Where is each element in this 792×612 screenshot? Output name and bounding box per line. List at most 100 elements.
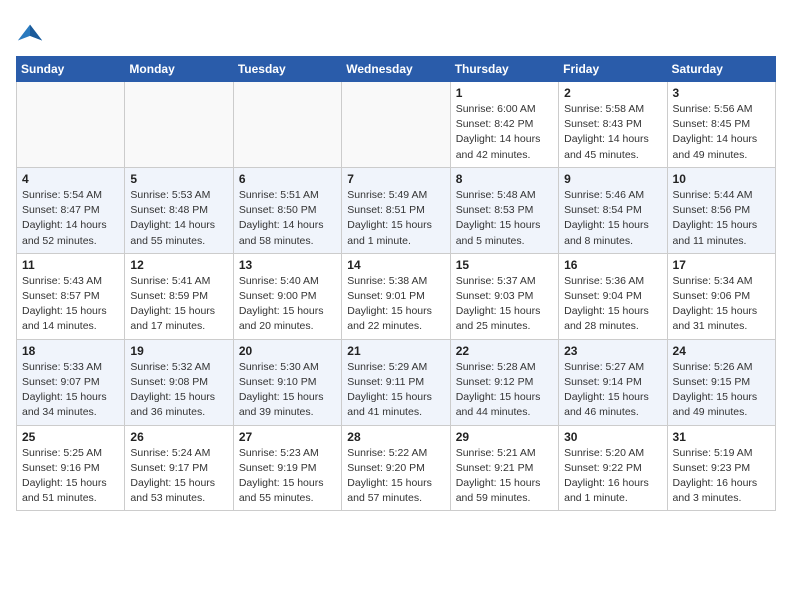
day-cell: 8 Sunrise: 5:48 AM Sunset: 8:53 PM Daylig… (450, 167, 558, 253)
day-number: 17 (673, 258, 770, 272)
day-cell: 1 Sunrise: 6:00 AM Sunset: 8:42 PM Daylig… (450, 82, 558, 168)
day-number: 6 (239, 172, 336, 186)
day-info: Sunrise: 6:00 AM Sunset: 8:42 PM Dayligh… (456, 102, 553, 163)
day-number: 23 (564, 344, 661, 358)
day-info: Sunrise: 5:53 AM Sunset: 8:48 PM Dayligh… (130, 188, 227, 249)
day-number: 29 (456, 430, 553, 444)
day-info: Sunrise: 5:40 AM Sunset: 9:00 PM Dayligh… (239, 274, 336, 335)
day-info: Sunrise: 5:23 AM Sunset: 9:19 PM Dayligh… (239, 446, 336, 507)
day-cell: 31 Sunrise: 5:19 AM Sunset: 9:23 PM Dayli… (667, 425, 775, 511)
day-info: Sunrise: 5:43 AM Sunset: 8:57 PM Dayligh… (22, 274, 119, 335)
day-number: 8 (456, 172, 553, 186)
day-cell: 14Sunrise: 5:38 AM Sunset: 9:01 PM Dayli… (342, 253, 450, 339)
col-header-thursday: Thursday (450, 57, 558, 82)
day-info: Sunrise: 5:21 AM Sunset: 9:21 PM Dayligh… (456, 446, 553, 507)
day-number: 11 (22, 258, 119, 272)
day-info: Sunrise: 5:44 AM Sunset: 8:56 PM Dayligh… (673, 188, 770, 249)
day-info: Sunrise: 5:30 AM Sunset: 9:10 PM Dayligh… (239, 360, 336, 421)
day-number: 28 (347, 430, 444, 444)
day-number: 20 (239, 344, 336, 358)
day-info: Sunrise: 5:25 AM Sunset: 9:16 PM Dayligh… (22, 446, 119, 507)
day-cell: 19 Sunrise: 5:32 AM Sunset: 9:08 PM Dayli… (125, 339, 233, 425)
day-info: Sunrise: 5:49 AM Sunset: 8:51 PM Dayligh… (347, 188, 444, 249)
col-header-tuesday: Tuesday (233, 57, 341, 82)
day-number: 31 (673, 430, 770, 444)
day-info: Sunrise: 5:19 AM Sunset: 9:23 PM Dayligh… (673, 446, 770, 507)
day-cell: 23 Sunrise: 5:27 AM Sunset: 9:14 PM Dayli… (559, 339, 667, 425)
day-number: 26 (130, 430, 227, 444)
week-row-5: 25 Sunrise: 5:25 AM Sunset: 9:16 PM Dayli… (17, 425, 776, 511)
day-cell: 2Sunrise: 5:58 AM Sunset: 8:43 PM Daylig… (559, 82, 667, 168)
day-cell: 12Sunrise: 5:41 AM Sunset: 8:59 PM Dayli… (125, 253, 233, 339)
day-number: 7 (347, 172, 444, 186)
day-cell: 13 Sunrise: 5:40 AM Sunset: 9:00 PM Dayli… (233, 253, 341, 339)
day-info: Sunrise: 5:29 AM Sunset: 9:11 PM Dayligh… (347, 360, 444, 421)
day-cell: 25 Sunrise: 5:25 AM Sunset: 9:16 PM Dayli… (17, 425, 125, 511)
day-number: 21 (347, 344, 444, 358)
col-header-wednesday: Wednesday (342, 57, 450, 82)
day-cell (125, 82, 233, 168)
day-info: Sunrise: 5:41 AM Sunset: 8:59 PM Dayligh… (130, 274, 227, 335)
day-number: 30 (564, 430, 661, 444)
day-cell: 5 Sunrise: 5:53 AM Sunset: 8:48 PM Daylig… (125, 167, 233, 253)
day-number: 13 (239, 258, 336, 272)
page-header (16, 16, 776, 48)
logo (16, 20, 48, 48)
header-row: SundayMondayTuesdayWednesdayThursdayFrid… (17, 57, 776, 82)
day-number: 25 (22, 430, 119, 444)
day-cell: 3 Sunrise: 5:56 AM Sunset: 8:45 PM Daylig… (667, 82, 775, 168)
day-cell (342, 82, 450, 168)
day-cell: 18 Sunrise: 5:33 AM Sunset: 9:07 PM Dayli… (17, 339, 125, 425)
day-number: 15 (456, 258, 553, 272)
day-info: Sunrise: 5:51 AM Sunset: 8:50 PM Dayligh… (239, 188, 336, 249)
day-number: 5 (130, 172, 227, 186)
calendar-table: SundayMondayTuesdayWednesdayThursdayFrid… (16, 56, 776, 511)
day-number: 16 (564, 258, 661, 272)
day-cell: 26 Sunrise: 5:24 AM Sunset: 9:17 PM Dayli… (125, 425, 233, 511)
day-number: 22 (456, 344, 553, 358)
day-info: Sunrise: 5:54 AM Sunset: 8:47 PM Dayligh… (22, 188, 119, 249)
day-cell: 16 Sunrise: 5:36 AM Sunset: 9:04 PM Dayli… (559, 253, 667, 339)
day-cell: 24Sunrise: 5:26 AM Sunset: 9:15 PM Dayli… (667, 339, 775, 425)
week-row-1: 1 Sunrise: 6:00 AM Sunset: 8:42 PM Daylig… (17, 82, 776, 168)
day-number: 2 (564, 86, 661, 100)
day-info: Sunrise: 5:56 AM Sunset: 8:45 PM Dayligh… (673, 102, 770, 163)
day-cell: 20 Sunrise: 5:30 AM Sunset: 9:10 PM Dayli… (233, 339, 341, 425)
day-cell: 10Sunrise: 5:44 AM Sunset: 8:56 PM Dayli… (667, 167, 775, 253)
col-header-sunday: Sunday (17, 57, 125, 82)
day-info: Sunrise: 5:24 AM Sunset: 9:17 PM Dayligh… (130, 446, 227, 507)
day-cell: 21 Sunrise: 5:29 AM Sunset: 9:11 PM Dayli… (342, 339, 450, 425)
day-cell: 22 Sunrise: 5:28 AM Sunset: 9:12 PM Dayli… (450, 339, 558, 425)
day-cell: 29 Sunrise: 5:21 AM Sunset: 9:21 PM Dayli… (450, 425, 558, 511)
day-info: Sunrise: 5:37 AM Sunset: 9:03 PM Dayligh… (456, 274, 553, 335)
day-cell: 6 Sunrise: 5:51 AM Sunset: 8:50 PM Daylig… (233, 167, 341, 253)
day-info: Sunrise: 5:48 AM Sunset: 8:53 PM Dayligh… (456, 188, 553, 249)
day-number: 14 (347, 258, 444, 272)
day-cell: 11 Sunrise: 5:43 AM Sunset: 8:57 PM Dayli… (17, 253, 125, 339)
col-header-friday: Friday (559, 57, 667, 82)
day-info: Sunrise: 5:28 AM Sunset: 9:12 PM Dayligh… (456, 360, 553, 421)
day-info: Sunrise: 5:27 AM Sunset: 9:14 PM Dayligh… (564, 360, 661, 421)
day-number: 19 (130, 344, 227, 358)
col-header-monday: Monday (125, 57, 233, 82)
day-info: Sunrise: 5:36 AM Sunset: 9:04 PM Dayligh… (564, 274, 661, 335)
day-info: Sunrise: 5:46 AM Sunset: 8:54 PM Dayligh… (564, 188, 661, 249)
day-number: 1 (456, 86, 553, 100)
day-number: 18 (22, 344, 119, 358)
week-row-4: 18 Sunrise: 5:33 AM Sunset: 9:07 PM Dayli… (17, 339, 776, 425)
day-info: Sunrise: 5:32 AM Sunset: 9:08 PM Dayligh… (130, 360, 227, 421)
day-number: 27 (239, 430, 336, 444)
day-number: 3 (673, 86, 770, 100)
logo-icon (16, 20, 44, 48)
col-header-saturday: Saturday (667, 57, 775, 82)
day-cell: 17 Sunrise: 5:34 AM Sunset: 9:06 PM Dayli… (667, 253, 775, 339)
day-cell: 27 Sunrise: 5:23 AM Sunset: 9:19 PM Dayli… (233, 425, 341, 511)
day-cell (233, 82, 341, 168)
day-cell: 7 Sunrise: 5:49 AM Sunset: 8:51 PM Daylig… (342, 167, 450, 253)
day-info: Sunrise: 5:34 AM Sunset: 9:06 PM Dayligh… (673, 274, 770, 335)
week-row-2: 4Sunrise: 5:54 AM Sunset: 8:47 PM Daylig… (17, 167, 776, 253)
day-info: Sunrise: 5:20 AM Sunset: 9:22 PM Dayligh… (564, 446, 661, 507)
day-info: Sunrise: 5:26 AM Sunset: 9:15 PM Dayligh… (673, 360, 770, 421)
day-info: Sunrise: 5:22 AM Sunset: 9:20 PM Dayligh… (347, 446, 444, 507)
day-info: Sunrise: 5:33 AM Sunset: 9:07 PM Dayligh… (22, 360, 119, 421)
